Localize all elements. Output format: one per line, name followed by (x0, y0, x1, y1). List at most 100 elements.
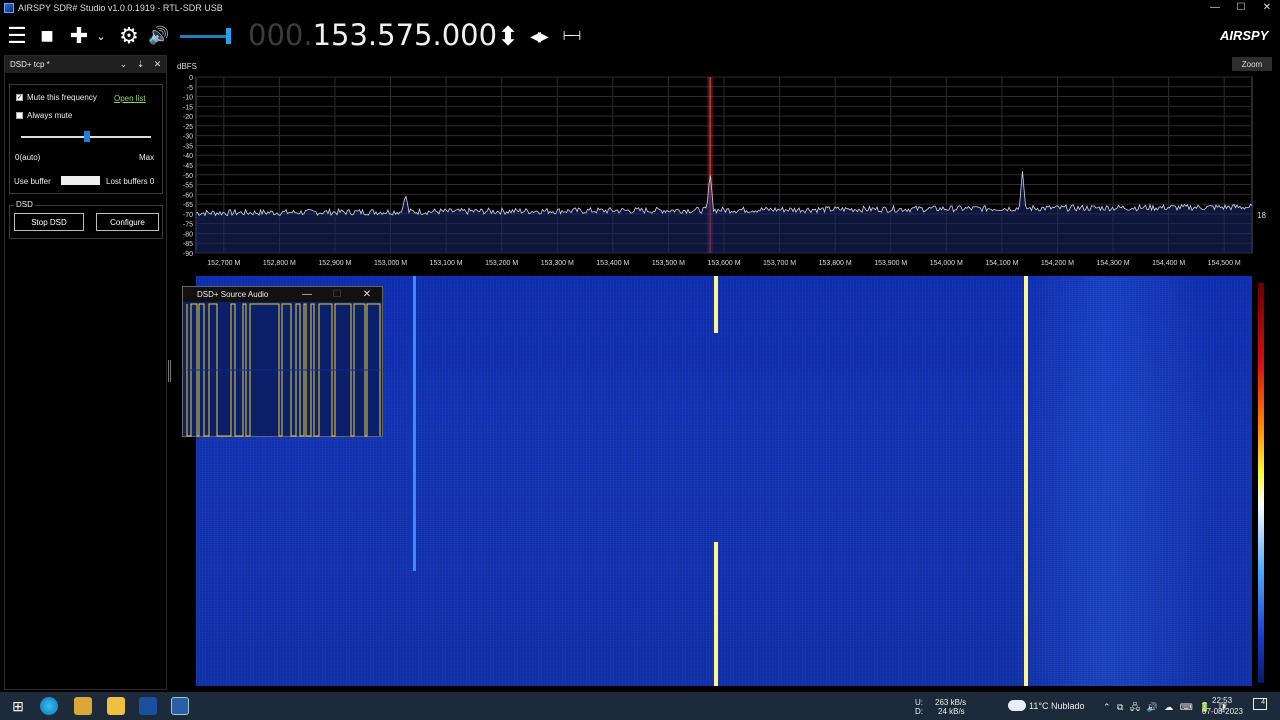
spectrum-plot[interactable]: dBFS 0 -5 -10 -15 -20 -25 -30 -35 -40 -45 -50 -55 -60… (172, 55, 1280, 271)
y-tick-label: -15 (183, 104, 193, 111)
x-tick-label: 154,000 M (930, 260, 963, 267)
plugin-panel: DSD+ tcp * ⌄ ⇣ ✕ ✓ Mute this frequency O… (4, 55, 167, 690)
y-tick-label: -90 (183, 251, 193, 258)
stop-icon[interactable]: ■ (36, 23, 58, 48)
contrast-value: 18 (1257, 211, 1266, 220)
add-icon[interactable]: ✚ (67, 23, 91, 48)
x-tick-label: 152,900 M (318, 260, 351, 267)
y-tick-label: -55 (183, 183, 193, 190)
sdr-app-icon[interactable] (139, 697, 157, 715)
chevron-down-icon[interactable]: ⌄ (115, 59, 132, 70)
windows-start-icon[interactable]: ⊞ (9, 697, 27, 715)
x-tick-label: 154,100 M (985, 260, 1018, 267)
y-tick-label: -10 (183, 95, 193, 102)
y-tick-label: -25 (183, 124, 193, 131)
weather-text[interactable]: 11°C Nublado (1029, 701, 1084, 711)
close-button[interactable]: ✕ (1254, 2, 1280, 13)
slider-max-label: Max (139, 153, 155, 162)
pencil-app-icon[interactable] (74, 697, 92, 715)
download-label: D: (915, 707, 923, 716)
download-rate: 24 kB/s (938, 707, 965, 716)
x-tick-label: 154,500 M (1208, 260, 1241, 267)
gear-icon[interactable]: ⚙ (117, 23, 141, 48)
y-tick-label: -60 (183, 192, 193, 199)
mute-frequency-checkbox[interactable]: ✓ Mute this frequency (16, 93, 97, 102)
volume-slider-handle[interactable] (226, 28, 231, 44)
x-tick-label: 154,400 M (1152, 260, 1185, 267)
window-title: AIRSPY SDR# Studio v1.0.0.1919 - RTL-SDR… (18, 2, 223, 13)
x-tick-label: 153,600 M (707, 260, 740, 267)
y-tick-label: -65 (183, 202, 193, 209)
panel-title: DSD+ tcp * (10, 60, 50, 69)
y-tick-label: -80 (183, 231, 193, 238)
frequency-display[interactable]: 000.153.575.000 (248, 18, 497, 54)
x-tick-label: 153,100 M (430, 260, 463, 267)
y-tick-label: -85 (183, 241, 193, 248)
x-tick-label: 152,800 M (263, 260, 296, 267)
waterfall-signal-trace (714, 542, 718, 686)
upload-rate: 263 kB/s (935, 698, 967, 707)
configure-button[interactable]: Configure (96, 213, 159, 231)
dsd-group-label: DSD (14, 200, 35, 209)
x-tick-label: 153,900 M (874, 260, 907, 267)
cloud-icon (1008, 700, 1026, 711)
waterfall-color-scale (1258, 283, 1264, 683)
x-tick-label: 153,400 M (596, 260, 629, 267)
audio-window-title: DSD+ Source Audio (197, 290, 269, 299)
close-icon[interactable]: ✕ (352, 289, 382, 300)
open-list-link[interactable]: Open list (114, 94, 146, 103)
lost-buffers-label: Lost buffers 0 (106, 177, 155, 186)
y-tick-label: -45 (183, 163, 193, 170)
speaker-icon[interactable]: 🔊 (147, 24, 171, 48)
always-mute-checkbox[interactable]: Always mute (16, 111, 72, 120)
minimize-icon[interactable]: — (292, 289, 322, 300)
minimize-button[interactable]: — (1202, 2, 1228, 13)
tune-left-right-icon[interactable]: ◀▶ (525, 24, 551, 48)
panel-header: DSD+ tcp * ⌄ ⇣ ✕ (5, 56, 166, 73)
maximize-icon[interactable]: ☐ (322, 289, 352, 300)
os-taskbar: ⊞ U: 263 kB/s D: 24 kB/s 11°C Nublado ⌃ … (0, 692, 1280, 720)
notification-icon[interactable]: 4 (1253, 698, 1267, 710)
audio-waveform (186, 303, 381, 437)
maximize-button[interactable]: ☐ (1228, 2, 1254, 13)
add-dropdown-icon[interactable]: ⌄ (95, 27, 107, 45)
x-tick-label: 153,000 M (374, 260, 407, 267)
panel-splitter[interactable] (168, 360, 171, 382)
pin-icon[interactable]: ⇣ (132, 59, 149, 70)
spectrum-unit-label: dBFS (177, 62, 197, 71)
frequency-value[interactable]: 153.575.000 (313, 18, 498, 52)
x-tick-label: 153,700 M (763, 260, 796, 267)
airspy-logo: AIRSPY (1220, 28, 1269, 43)
audio-scope-window[interactable]: DSD+ Source Audio — ☐ ✕ (182, 286, 383, 437)
active-window-icon[interactable] (171, 697, 189, 715)
menu-icon[interactable]: ☰ (6, 23, 28, 48)
volume-slider[interactable] (180, 35, 230, 38)
x-tick-label: 153,800 M (819, 260, 852, 267)
y-tick-label: -5 (187, 85, 193, 92)
y-tick-label: -20 (183, 114, 193, 121)
slider-min-label: 0(auto) (15, 153, 41, 162)
frequency-leading-digits[interactable]: 000. (248, 18, 313, 52)
audio-window-titlebar[interactable]: DSD+ Source Audio — ☐ ✕ (183, 287, 382, 302)
clock-date[interactable]: 07-08-2023 (1202, 707, 1243, 716)
x-tick-label: 153,300 M (541, 260, 574, 267)
mute-frequency-label: Mute this frequency (27, 93, 97, 102)
spectrum-analyzer[interactable]: dBFS 0 -5 -10 -15 -20 -25 -30 -35 -40 -45 -50 -55 -60… (172, 55, 1280, 271)
buffer-slider-handle[interactable] (84, 131, 90, 142)
edge-browser-icon[interactable] (40, 697, 58, 715)
always-mute-label: Always mute (27, 111, 73, 120)
tune-up-down-icon[interactable]: ⬍ (497, 21, 519, 51)
bandwidth-icon[interactable]: ⊢⊣ (558, 24, 582, 48)
file-explorer-icon[interactable] (107, 697, 125, 715)
checkbox-unchecked[interactable] (16, 112, 23, 119)
y-tick-label: -70 (183, 212, 193, 219)
stop-dsd-button[interactable]: Stop DSD (14, 213, 84, 231)
close-icon[interactable]: ✕ (149, 59, 166, 70)
y-tick-label: -50 (183, 173, 193, 180)
zoom-button[interactable]: Zoom (1232, 57, 1272, 71)
clock-time[interactable]: 22:53 (1212, 696, 1232, 705)
y-tick-label: -35 (183, 143, 193, 150)
checkbox-checked[interactable]: ✓ (16, 94, 23, 101)
waterfall-signal-trace (413, 276, 416, 571)
x-tick-label: 153,200 M (485, 260, 518, 267)
